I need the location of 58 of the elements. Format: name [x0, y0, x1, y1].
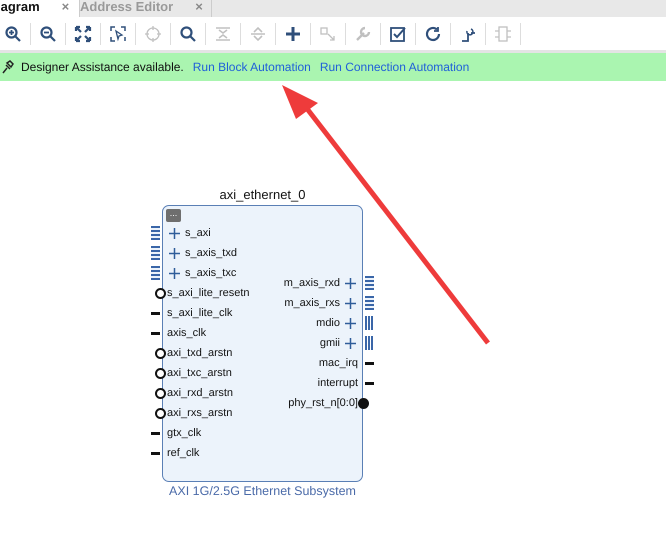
pin-label: s_axi_lite_clk — [167, 307, 232, 319]
tab[interactable]: Address Editor × — [80, 0, 212, 17]
plus-icon[interactable] — [345, 318, 356, 328]
pin-reset-icon — [155, 388, 166, 398]
block-type-label: AXI 1G/2.5G Ethernet Subsystem — [169, 484, 356, 498]
plus-icon[interactable] — [345, 338, 356, 348]
pin-label: axi_rxd_arstn — [167, 387, 234, 399]
pin-label: gtx_clk — [167, 427, 202, 439]
pin-bus-icon — [151, 226, 160, 240]
pin-label: mac_irq — [318, 357, 358, 369]
plus-icon[interactable] — [345, 278, 356, 288]
pin-iface-icon — [365, 316, 374, 330]
close-icon[interactable]: × — [62, 0, 70, 14]
tab-label: Address Editor — [80, 0, 174, 14]
pin-reset-icon — [155, 288, 166, 298]
pin-bus-icon — [151, 266, 160, 280]
pushpin-icon — [2, 60, 14, 74]
plus-icon[interactable] — [169, 248, 180, 258]
pin-label: gmii — [320, 337, 340, 349]
automation-link[interactable]: Run Connection Automation — [320, 60, 470, 74]
pin-wire-icon — [151, 332, 160, 334]
pin-reset-icon — [155, 348, 166, 358]
pin-reset-icon — [358, 398, 369, 408]
pin-reset-icon — [155, 408, 166, 418]
block-name: axi_ethernet_0 — [219, 187, 306, 202]
pin-wire-icon — [151, 312, 160, 314]
pin-reset-icon — [155, 368, 166, 378]
assistance-message: Designer Assistance available. — [21, 60, 184, 74]
pin-label: s_axi_lite_resetn — [167, 287, 250, 299]
pin-bus-icon — [151, 246, 160, 260]
pin-label: ref_clk — [167, 447, 200, 459]
pin-label: s_axi — [185, 227, 211, 239]
pin-label: axi_txc_arstn — [167, 367, 232, 379]
plus-icon[interactable] — [169, 228, 180, 238]
pin-label: axi_txd_arstn — [167, 347, 232, 359]
automation-link[interactable]: Run Block Automation — [192, 60, 311, 74]
plus-icon[interactable] — [169, 268, 180, 278]
pin-label: mdio — [316, 317, 340, 329]
pin-wire-icon — [151, 432, 160, 434]
block-menu-button[interactable]: ... — [166, 209, 181, 222]
pin-label: s_axis_txc — [185, 267, 236, 279]
pin-label: interrupt — [318, 377, 358, 389]
pin-bus-icon — [365, 296, 374, 310]
tab-label: iagram — [0, 0, 40, 14]
close-icon[interactable]: × — [195, 0, 203, 14]
pin-label: axi_rxs_arstn — [167, 407, 232, 419]
pin-label: axis_clk — [167, 327, 206, 339]
tab[interactable]: iagram × — [0, 0, 80, 17]
pin-label: phy_rst_n[0:0] — [288, 397, 358, 409]
pin-iface-icon — [365, 336, 374, 350]
pin-label: m_axis_rxs — [284, 297, 340, 309]
pin-label: s_axis_txd — [185, 247, 237, 259]
pin-wire-icon — [365, 362, 374, 364]
pin-bus-icon — [365, 276, 374, 290]
pin-wire-icon — [151, 452, 160, 454]
pin-label: m_axis_rxd — [284, 277, 340, 289]
plus-icon[interactable] — [345, 298, 356, 308]
pin-wire-icon — [365, 382, 374, 384]
